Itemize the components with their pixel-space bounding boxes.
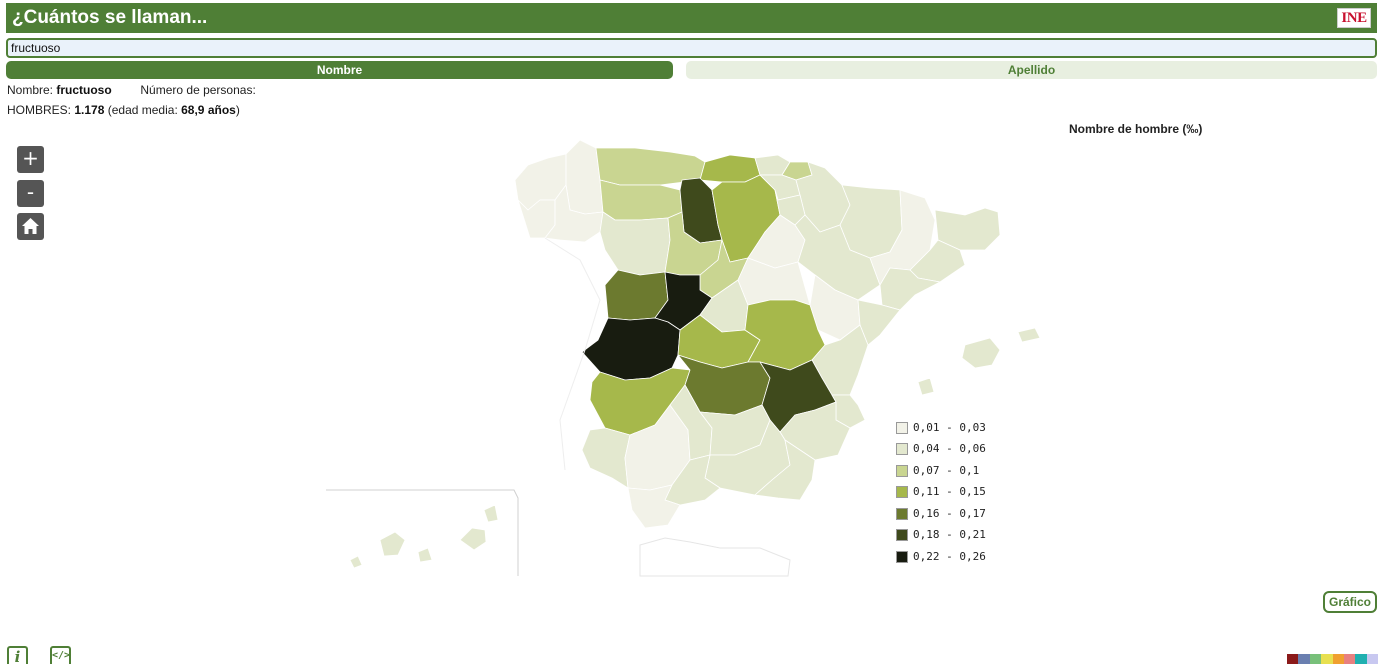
color-palette-selector[interactable] — [1287, 654, 1378, 664]
legend-label: 0,04 - 0,06 — [913, 442, 986, 455]
region-cantabria[interactable] — [699, 154, 761, 183]
palette-swatch[interactable] — [1343, 654, 1356, 664]
legend-swatch — [896, 486, 908, 498]
palette-swatch[interactable] — [1366, 654, 1378, 664]
legend-label: 0,11 - 0,15 — [913, 485, 986, 498]
legend-swatch — [896, 508, 908, 520]
legend-swatch — [896, 551, 908, 563]
embed-code-button[interactable]: </> — [50, 646, 71, 664]
legend-swatch — [896, 465, 908, 477]
legend-label: 0,01 - 0,03 — [913, 421, 986, 434]
legend-label: 0,22 - 0,26 — [913, 550, 986, 563]
spain-map — [326, 139, 1041, 577]
legend-swatch — [896, 422, 908, 434]
palette-swatch[interactable] — [1309, 654, 1322, 664]
africa-coast — [639, 537, 791, 577]
palette-swatch[interactable] — [1332, 654, 1344, 664]
legend-swatch — [896, 443, 908, 455]
region-ibiza[interactable] — [917, 377, 935, 396]
region-zamora[interactable] — [599, 211, 671, 276]
region-leon[interactable] — [599, 179, 683, 221]
legend-label: 0,16 - 0,17 — [913, 507, 986, 520]
region-canarias-santa-cruz[interactable] — [349, 531, 433, 569]
region-canarias-las-palmas[interactable] — [459, 504, 499, 551]
legend-swatch — [896, 529, 908, 541]
legend-label: 0,18 - 0,21 — [913, 528, 986, 541]
palette-swatch[interactable] — [1287, 654, 1299, 664]
info-button[interactable]: i — [7, 646, 28, 666]
palette-swatch[interactable] — [1298, 654, 1310, 664]
legend-label: 0,07 - 0,1 — [913, 464, 980, 477]
grafico-button[interactable]: Gráfico — [1323, 591, 1377, 613]
region-menorca[interactable] — [1017, 327, 1041, 343]
palette-swatch[interactable] — [1355, 654, 1367, 664]
region-mallorca[interactable] — [961, 337, 1001, 369]
region-huelva[interactable] — [581, 427, 631, 489]
palette-swatch[interactable] — [1321, 654, 1333, 664]
